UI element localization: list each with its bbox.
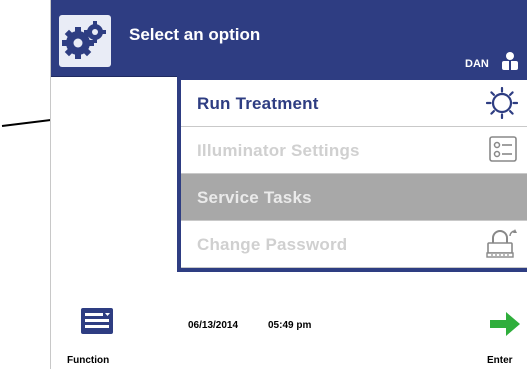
menu-item-label: Illuminator Settings xyxy=(197,141,360,160)
sun-icon xyxy=(486,87,518,119)
menu-item-illuminator-settings[interactable]: Illuminator Settings xyxy=(181,127,527,174)
date-display: 06/13/2014 xyxy=(188,320,239,331)
menu-item-label: Service Tasks xyxy=(197,188,312,207)
menu-item-change-password[interactable]: Change Password xyxy=(181,221,527,268)
menu-item-run-treatment[interactable]: Run Treatment xyxy=(181,80,527,127)
lock-icon xyxy=(486,229,517,258)
menu-item-label: Change Password xyxy=(197,235,348,254)
gears-icon xyxy=(59,15,111,67)
function-keyboard-icon[interactable] xyxy=(80,307,114,335)
user-name: DAN xyxy=(465,58,489,70)
menu-item-service-tasks[interactable]: Service Tasks xyxy=(181,174,527,221)
user-icon xyxy=(502,52,518,70)
settings-list-icon xyxy=(489,136,517,162)
enter-label: Enter xyxy=(487,355,513,366)
menu-item-label: Run Treatment xyxy=(197,94,319,113)
function-label: Function xyxy=(67,355,110,366)
options-menu: Run Treatment Illuminator Settings Servi… xyxy=(177,76,527,272)
header-bar: Select an option DAN xyxy=(51,0,527,77)
device-screen: Select an option DAN Run Treatment Illum… xyxy=(50,0,527,369)
enter-arrow-icon[interactable] xyxy=(488,310,522,338)
page-title: Select an option xyxy=(129,25,261,44)
time-display: 05:49 pm xyxy=(268,320,312,331)
